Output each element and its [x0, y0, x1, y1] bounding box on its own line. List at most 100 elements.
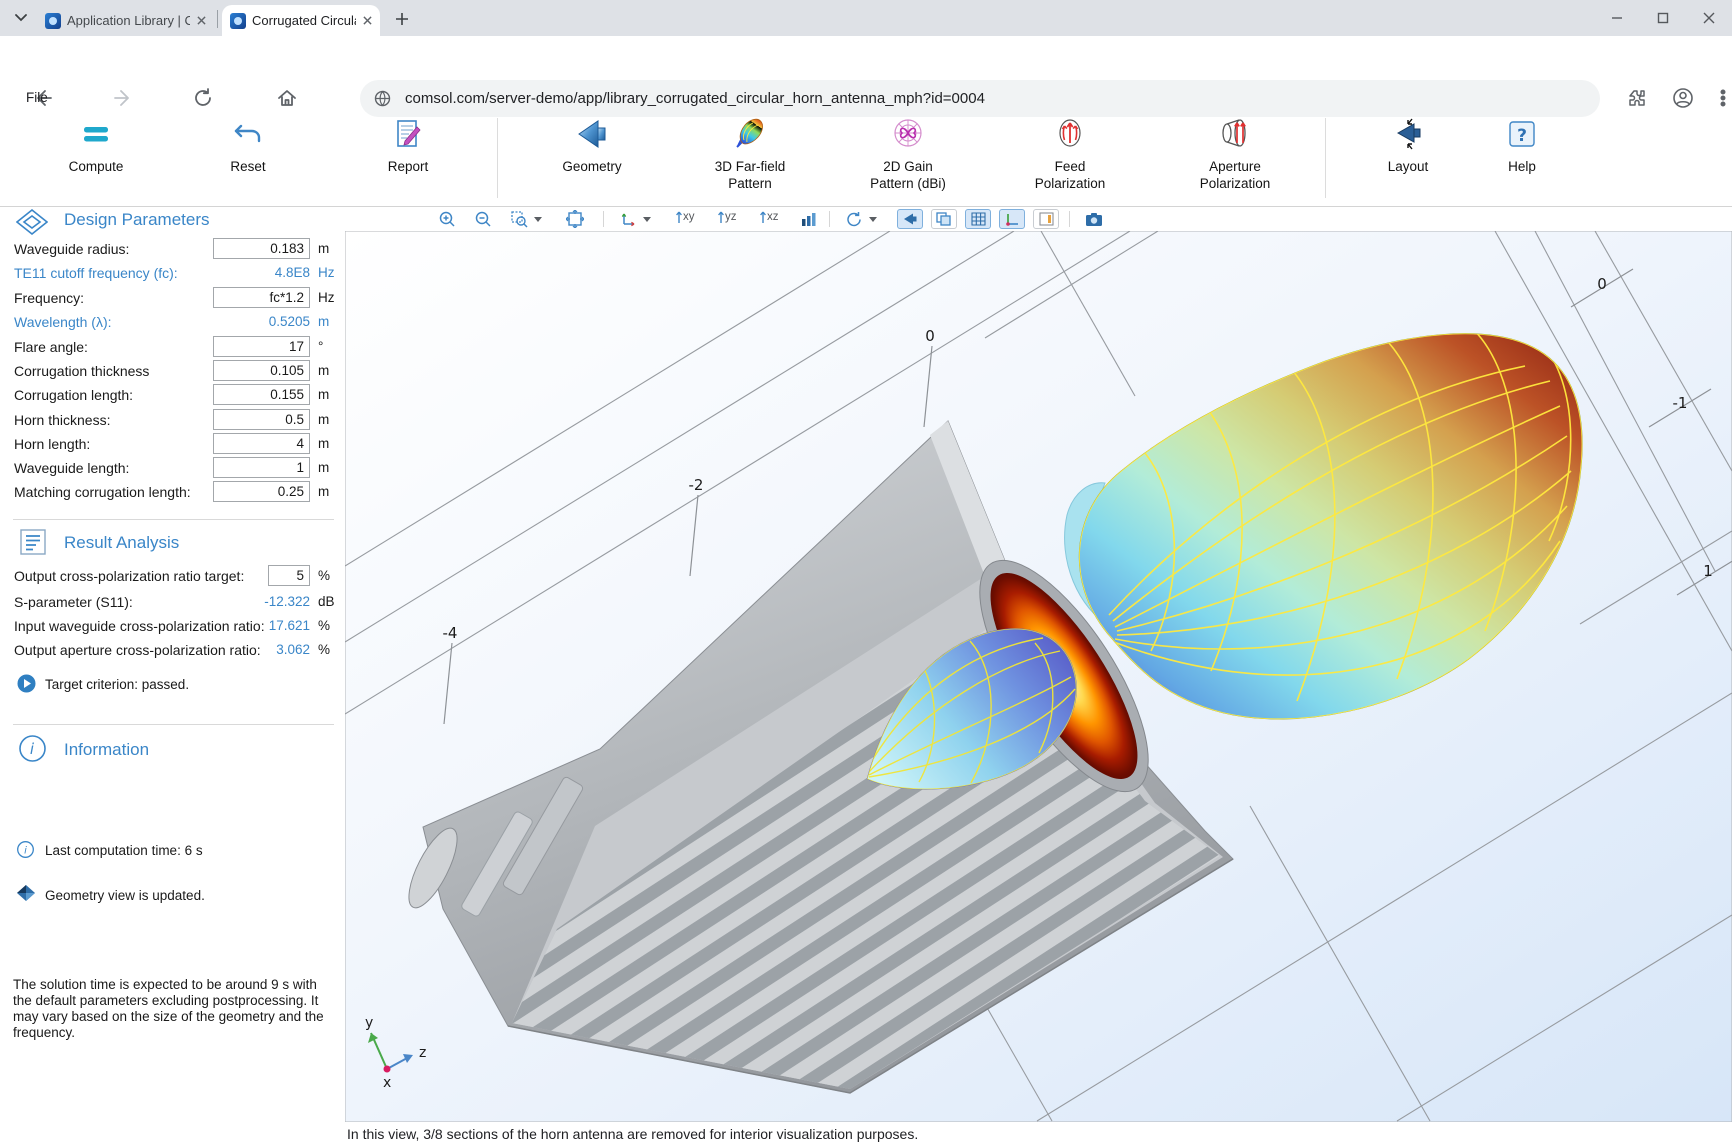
file-menu[interactable]: File — [26, 90, 48, 105]
zoom-out-button[interactable] — [472, 209, 494, 229]
tab-search-button[interactable] — [10, 7, 32, 29]
param-label: Frequency: — [14, 290, 84, 306]
view-yz-button[interactable]: yz — [717, 210, 737, 223]
output-cross-polarization-value: 3.062 — [230, 642, 310, 657]
forward-button[interactable] — [112, 87, 134, 109]
window-close-button[interactable] — [1686, 0, 1732, 36]
view-orientation-button[interactable] — [617, 209, 639, 229]
param-unit: m — [318, 241, 329, 256]
param-unit: Hz — [318, 290, 335, 305]
farfield-3d-button[interactable]: 3D Far-fieldPattern — [690, 112, 810, 206]
browser-menu-button[interactable] — [1712, 87, 1732, 109]
transparency-toggle[interactable] — [931, 209, 957, 229]
view-orientation-caret[interactable] — [641, 209, 653, 229]
param-unit: ° — [318, 339, 323, 354]
view-xy-button[interactable]: xy — [675, 210, 695, 223]
scene-light-toggle[interactable] — [897, 209, 923, 229]
graphics-toolbar-separator — [829, 211, 830, 227]
triad-x-label: x — [383, 1075, 391, 1091]
tab-application-library[interactable]: Application Library | COMSOL S — [37, 5, 215, 36]
information-title: Information — [64, 740, 149, 760]
param-label: Input waveguide cross-polarization ratio… — [14, 618, 265, 634]
up-arrow-icon — [717, 210, 725, 223]
information-icon: i — [19, 735, 46, 762]
zoom-in-button[interactable] — [436, 209, 458, 229]
default-view-button[interactable] — [797, 209, 819, 229]
snapshot-button[interactable] — [1083, 209, 1105, 229]
geometry-view-status: Geometry view is updated. — [45, 888, 205, 903]
puzzle-icon — [1626, 87, 1648, 109]
maximize-icon — [1657, 12, 1669, 24]
corrugation-thickness-input[interactable] — [213, 360, 310, 381]
param-label: Output cross-polarization ratio target: — [14, 568, 244, 584]
window-maximize-button[interactable] — [1640, 0, 1686, 36]
section-divider — [13, 519, 334, 520]
tab-horn-antenna[interactable]: Corrugated Circular Horn Anten — [222, 5, 380, 36]
up-arrow-icon — [675, 210, 683, 223]
waveguide-radius-input[interactable] — [213, 238, 310, 259]
layout-button[interactable]: Layout — [1348, 112, 1468, 206]
param-label: TE11 cutoff frequency (fc): — [14, 265, 178, 281]
graphics-canvas[interactable]: 0 -2 -4 0 -1 1 y z x — [345, 231, 1732, 1122]
matching-corrugation-length-input[interactable] — [213, 481, 310, 502]
color-legend-icon — [1039, 212, 1054, 226]
result-analysis-title: Result Analysis — [64, 533, 179, 553]
param-unit: % — [318, 618, 330, 633]
axis-label: 0 — [925, 327, 935, 345]
param-label: Horn thickness: — [14, 412, 110, 428]
tab-close-icon[interactable] — [362, 12, 372, 29]
color-legend-toggle[interactable] — [1033, 209, 1059, 229]
tab-strip: Application Library | COMSOL S Corrugate… — [0, 0, 1732, 36]
view-xz-button[interactable]: xz — [759, 210, 779, 223]
forward-icon — [112, 87, 134, 109]
toolbar-separator — [1325, 118, 1326, 198]
param-unit: % — [318, 642, 330, 657]
flare-angle-input[interactable] — [213, 336, 310, 357]
wavelength-value: 0.5205 — [210, 314, 310, 329]
report-button[interactable]: Report — [348, 112, 468, 206]
profile-avatar[interactable] — [1672, 87, 1694, 109]
layout-icon — [1390, 116, 1426, 152]
gain-2d-button[interactable]: 2D GainPattern (dBi) — [848, 112, 968, 206]
compute-button[interactable]: Compute — [36, 112, 156, 206]
help-button[interactable]: ? Help — [1462, 112, 1582, 206]
axis-label: -2 — [689, 476, 704, 494]
tab-close-icon[interactable] — [196, 12, 207, 29]
info-small-icon: i — [17, 841, 34, 858]
geometry-button[interactable]: Geometry — [532, 112, 652, 206]
aperture-polarization-button[interactable]: AperturePolarization — [1175, 112, 1295, 206]
up-arrow-icon — [759, 210, 767, 223]
tab-title: Application Library | COMSOL S — [67, 13, 190, 28]
grid-toggle[interactable] — [965, 209, 991, 229]
new-tab-button[interactable] — [392, 9, 412, 29]
frequency-input[interactable] — [213, 287, 310, 308]
zoom-extents-icon — [566, 210, 584, 228]
reload-button[interactable] — [192, 87, 214, 109]
corrugation-length-input[interactable] — [213, 384, 310, 405]
show-axes-toggle[interactable] — [999, 209, 1025, 229]
horn-thickness-input[interactable] — [213, 409, 310, 430]
horn-length-input[interactable] — [213, 433, 310, 454]
zoom-box-button[interactable] — [508, 209, 530, 229]
target-passed-icon — [17, 674, 36, 693]
reset-button[interactable]: Reset — [188, 112, 308, 206]
tab-title: Corrugated Circular Horn Anten — [252, 13, 356, 28]
farfield-3d-icon — [732, 116, 768, 152]
cross-polarization-target-input[interactable] — [268, 565, 310, 586]
param-unit: m — [318, 484, 329, 499]
home-button[interactable] — [276, 87, 298, 109]
rotate-caret[interactable] — [867, 209, 879, 229]
window-minimize-button[interactable] — [1594, 0, 1640, 36]
zoom-box-caret[interactable] — [532, 209, 544, 229]
rotate-button[interactable] — [843, 209, 865, 229]
grid-icon — [971, 212, 986, 226]
feed-polarization-button[interactable]: FeedPolarization — [1010, 112, 1130, 206]
extensions-button[interactable] — [1626, 87, 1648, 109]
zoom-extents-button[interactable] — [564, 209, 586, 229]
waveguide-length-input[interactable] — [213, 457, 310, 478]
param-label: Matching corrugation length: — [14, 484, 191, 500]
graphics-toolbar-separator — [1069, 211, 1070, 227]
param-label: Corrugation length: — [14, 387, 133, 403]
toolbar-separator — [497, 118, 498, 198]
reset-icon — [231, 117, 265, 151]
